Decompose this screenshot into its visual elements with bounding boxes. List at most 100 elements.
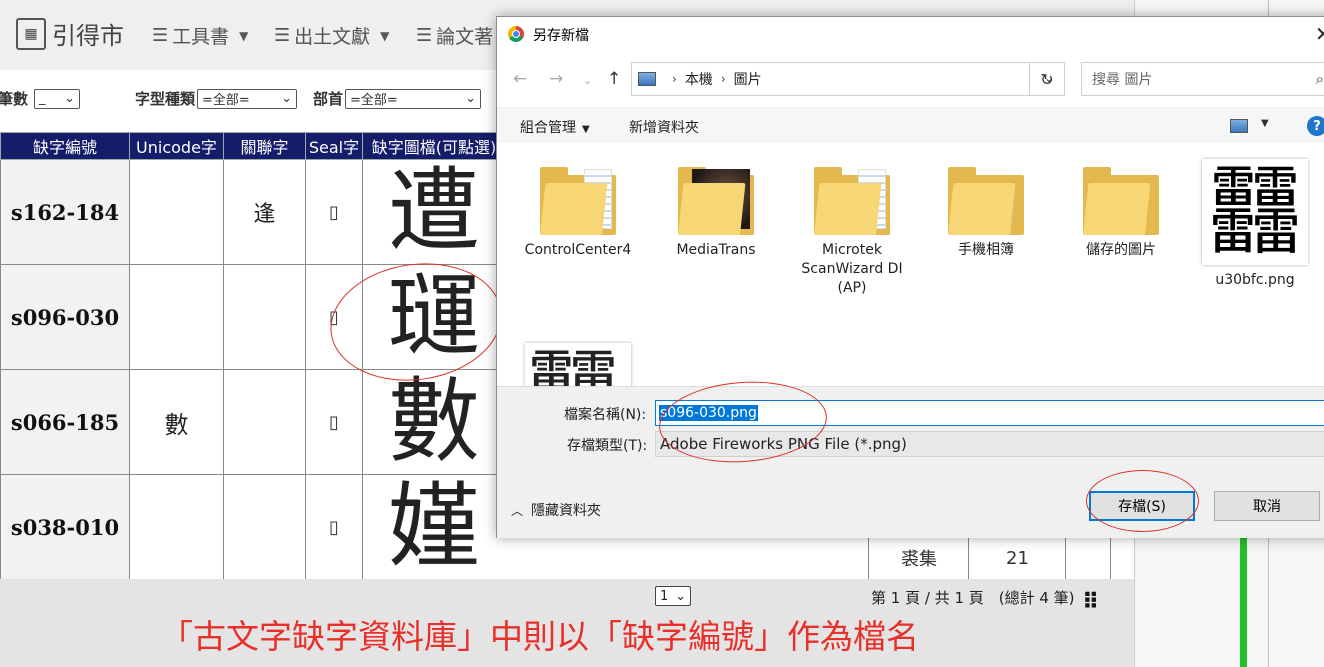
strokes-label: 筆數 bbox=[0, 90, 29, 108]
folder-icon bbox=[1083, 165, 1159, 235]
table-row: s162-184 逢 ▯ 遭 bbox=[0, 159, 506, 265]
folder-item[interactable]: ControlCenter4 bbox=[518, 165, 638, 260]
table-row: s038-010 ▯ 嫤 bbox=[0, 474, 506, 580]
related-char bbox=[223, 264, 306, 370]
unicode-char bbox=[129, 264, 224, 370]
type-filter: 字型種類 =全部= ⌄ bbox=[135, 88, 298, 109]
radical-select[interactable]: =全部= ⌄ bbox=[345, 88, 482, 109]
seal-missing-glyph-icon: ▯ bbox=[305, 159, 363, 265]
view-options-icon[interactable] bbox=[1230, 119, 1248, 133]
menu-excavated[interactable]: ☰ 出土文獻 ▼ bbox=[274, 22, 389, 49]
save-as-dialog: 另存新檔 ✕ ← → ⌄ ↑ › 本機 › 圖片 ⌄ ↻ 搜尋 圖片 ⌕ 組合管… bbox=[496, 16, 1324, 538]
organize-button[interactable]: 組合管理 ▼ bbox=[520, 117, 590, 137]
radical-value: =全部= bbox=[350, 93, 398, 108]
glyph-image[interactable]: 嫤 bbox=[362, 474, 506, 580]
new-folder-button[interactable]: 新增資料夾 bbox=[629, 117, 699, 137]
col-seal: Seal字 bbox=[305, 132, 363, 160]
caption: 「古文字缺字資料庫」中則以「缺字編號」作為檔名 bbox=[160, 617, 919, 656]
hide-folders-label: 隱藏資料夾 bbox=[531, 503, 602, 519]
chevron-down-icon: ⌄ bbox=[281, 91, 293, 106]
file-name: 儲存的圖片 bbox=[1086, 242, 1156, 258]
recent-chevron-icon[interactable]: ⌄ bbox=[583, 74, 592, 87]
char-code: s038-010 bbox=[0, 474, 130, 580]
folder-icon bbox=[678, 165, 754, 235]
folder-icon bbox=[540, 165, 616, 235]
image-thumbnail[interactable]: 䨻 bbox=[525, 343, 631, 386]
hide-folders-button[interactable]: ︿ 隱藏資料夾 bbox=[511, 500, 601, 520]
char-code: s096-030 bbox=[0, 264, 130, 370]
type-select[interactable]: =全部= ⌄ bbox=[197, 88, 298, 109]
unicode-char: 數 bbox=[129, 369, 224, 475]
menu-label: 工具書 bbox=[172, 26, 230, 48]
filename-label: 檔案名稱(N): bbox=[564, 407, 647, 423]
chevron-right-icon: › bbox=[672, 72, 677, 86]
qr-code-icon[interactable]: ⠿ bbox=[1082, 590, 1099, 615]
save-button[interactable]: 存檔(S) bbox=[1089, 491, 1195, 521]
radical-label: 部首 bbox=[313, 90, 344, 108]
menu-label: 出土文獻 bbox=[294, 26, 371, 48]
filetype-label: 存檔類型(T): bbox=[567, 438, 648, 454]
type-value: =全部= bbox=[202, 93, 250, 108]
glyph-image[interactable]: 數 bbox=[362, 369, 506, 475]
chevron-up-icon: ︿ bbox=[511, 503, 524, 518]
menu-icon: ☰ bbox=[274, 25, 291, 46]
folder-item[interactable]: 手機相簿 bbox=[926, 165, 1046, 260]
filetype-value: Adobe Fireworks PNG File (*.png) bbox=[660, 435, 907, 453]
filename-input[interactable]: s096-030.png bbox=[655, 400, 1324, 426]
missing-char-table: 缺字編號 Unicode字 關聯字 Seal字 缺字圖檔(可點選) s162-1… bbox=[0, 132, 506, 580]
filename-value: s096-030.png bbox=[659, 405, 758, 421]
chrome-icon bbox=[508, 26, 524, 42]
breadcrumb-this-pc[interactable]: 本機 bbox=[685, 69, 713, 89]
caret-down-icon: ▼ bbox=[582, 124, 590, 135]
file-name: MediaTrans bbox=[676, 242, 756, 258]
folder-item[interactable]: Microtek ScanWizard DI (AP) bbox=[792, 165, 912, 298]
breadcrumb-pictures[interactable]: 圖片 bbox=[734, 69, 762, 89]
char-code: s162-184 bbox=[0, 159, 130, 265]
col-unicode: Unicode字 bbox=[129, 132, 224, 160]
col-image: 缺字圖檔(可點選) bbox=[362, 132, 506, 160]
address-bar[interactable]: › 本機 › 圖片 ⌄ bbox=[631, 62, 1065, 96]
related-char: 逢 bbox=[223, 159, 306, 265]
chevron-right-icon: › bbox=[720, 72, 726, 86]
folder-item[interactable]: 儲存的圖片 bbox=[1061, 165, 1181, 260]
back-arrow-icon[interactable]: ← bbox=[513, 69, 527, 89]
file-name: u30bfc.png bbox=[1215, 272, 1295, 288]
brand[interactable]: ▦ 引得市 bbox=[16, 16, 124, 51]
save-form: 檔案名稱(N): s096-030.png 存檔類型(T): Adobe Fir… bbox=[497, 386, 1324, 538]
chevron-down-icon: ⌄ bbox=[64, 91, 76, 106]
menu-tools[interactable]: ☰ 工具書 ▼ bbox=[152, 22, 248, 49]
extra-cell bbox=[1065, 536, 1111, 580]
glyph-image[interactable]: 璭 bbox=[362, 264, 506, 370]
search-icon: ⌕ bbox=[1315, 70, 1324, 88]
folder-icon bbox=[948, 165, 1024, 235]
file-name: 手機相簿 bbox=[958, 242, 1014, 258]
folder-item[interactable]: MediaTrans bbox=[656, 165, 776, 260]
related-char bbox=[223, 369, 306, 475]
related-char bbox=[223, 474, 306, 580]
refresh-icon[interactable]: ↻ bbox=[1029, 62, 1064, 96]
organize-label: 組合管理 bbox=[520, 120, 576, 136]
help-button[interactable]: ? bbox=[1307, 116, 1324, 136]
forward-arrow-icon[interactable]: → bbox=[549, 69, 563, 89]
caret-down-icon[interactable]: ▼ bbox=[1261, 118, 1269, 129]
caret-down-icon: ▼ bbox=[380, 28, 390, 43]
pictures-icon bbox=[638, 72, 656, 86]
address-row: ← → ⌄ ↑ › 本機 › 圖片 ⌄ ↻ 搜尋 圖片 ⌕ bbox=[497, 51, 1324, 107]
chevron-down-icon: ⌄ bbox=[675, 588, 686, 604]
menu-papers[interactable]: ☰ 論文著 bbox=[416, 22, 493, 49]
search-input[interactable]: 搜尋 圖片 ⌕ bbox=[1081, 62, 1324, 96]
chevron-down-icon: ⌄ bbox=[465, 91, 477, 106]
dialog-toolbar: 組合管理 ▼ 新增資料夾 ▼ ? bbox=[497, 107, 1324, 144]
close-icon[interactable]: ✕ bbox=[1315, 22, 1324, 46]
up-arrow-icon[interactable]: ↑ bbox=[607, 69, 621, 89]
file-item[interactable]: 䨻 u30bfc.png bbox=[1195, 159, 1315, 290]
char-code: s066-185 bbox=[0, 369, 130, 475]
filetype-select[interactable]: Adobe Fireworks PNG File (*.png) bbox=[655, 431, 1324, 457]
cancel-button[interactable]: 取消 bbox=[1214, 491, 1320, 521]
strokes-select[interactable]: _ ⌄ bbox=[34, 88, 81, 109]
caret-down-icon: ▼ bbox=[239, 28, 249, 43]
strokes-value: _ bbox=[39, 91, 46, 106]
seal-missing-glyph-icon: ▯ bbox=[305, 264, 363, 370]
page-select[interactable]: 1 ⌄ bbox=[655, 586, 691, 606]
glyph-image[interactable]: 遭 bbox=[362, 159, 506, 265]
